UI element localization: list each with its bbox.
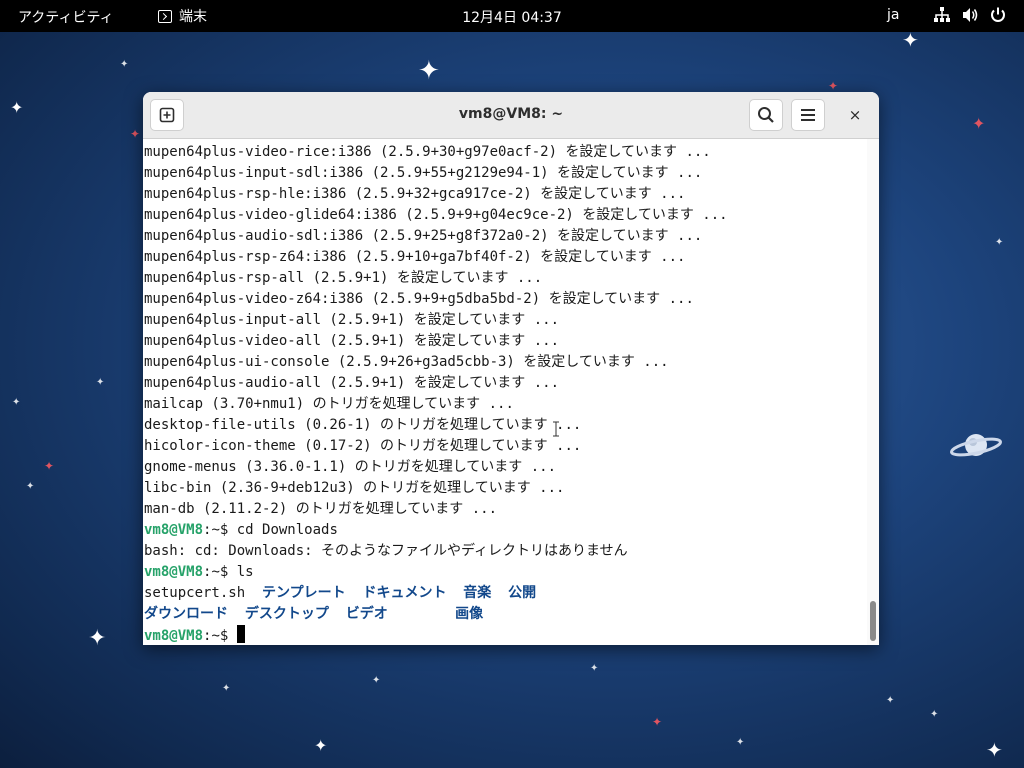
star-decoration: ✦ [88, 626, 107, 651]
volume-icon[interactable] [961, 6, 979, 24]
command-line: vm8@VM8:~$ ls [144, 562, 728, 583]
star-decoration: ✦ [828, 79, 839, 93]
terminal-line: mailcap (3.70+nmu1) のトリガを処理しています ... [144, 396, 514, 412]
ls-output-line: setupcert.sh テンプレート ドキュメント 音楽 公開 [144, 583, 728, 604]
star-decoration: ✦ [972, 114, 986, 133]
terminal-line: desktop-file-utils (0.26-1) のトリガを処理しています… [144, 417, 582, 433]
text-cursor [236, 625, 245, 643]
terminal-line: gnome-menus (3.36.0-1.1) のトリガを処理しています ..… [144, 459, 557, 475]
terminal-line: mupen64plus-rsp-all (2.5.9+1) を設定しています .… [144, 270, 543, 286]
star-decoration: ✦ [736, 737, 745, 748]
power-icon[interactable] [989, 6, 1007, 24]
search-button[interactable] [749, 99, 783, 131]
prompt-suffix: :~$ [203, 564, 237, 580]
terminal-line: mupen64plus-ui-console (2.5.9+26+g3ad5cb… [144, 354, 669, 370]
terminal-line: mupen64plus-video-all (2.5.9+1) を設定しています… [144, 333, 560, 349]
search-icon [758, 107, 774, 123]
star-decoration: ✦ [930, 709, 939, 720]
star-decoration: ✦ [902, 28, 919, 52]
error-line: bash: cd: Downloads: そのようなファイルやディレクトリはあり… [144, 543, 628, 559]
star-decoration: ✦ [26, 481, 35, 492]
star-decoration: ✦ [12, 397, 21, 408]
terminal-line: mupen64plus-audio-all (2.5.9+1) を設定しています… [144, 375, 560, 391]
close-button[interactable]: × [843, 103, 867, 127]
terminal-line: mupen64plus-rsp-hle:i386 (2.5.9+32+gca91… [144, 186, 686, 202]
star-decoration: ✦ [418, 56, 440, 86]
input-method-indicator[interactable]: ja [887, 7, 899, 23]
star-decoration: ✦ [986, 738, 1003, 762]
terminal-line: hicolor-icon-theme (0.17-2) のトリガを処理しています… [144, 438, 582, 454]
main-menu-button[interactable] [791, 99, 825, 131]
terminal-line: man-db (2.11.2-2) のトリガを処理しています ... [144, 501, 498, 517]
terminal-line: mupen64plus-input-all (2.5.9+1) を設定しています… [144, 312, 560, 328]
prompt-suffix: :~$ [203, 522, 237, 538]
scrollbar-thumb[interactable] [870, 601, 876, 641]
prompt-user: vm8@VM8 [144, 628, 204, 644]
prompt-suffix: :~$ [203, 628, 237, 644]
terminal-line: mupen64plus-input-sdl:i386 (2.5.9+55+g21… [144, 165, 703, 181]
terminal-line: mupen64plus-audio-sdl:i386 (2.5.9+25+g8f… [144, 228, 703, 244]
terminal-line: mupen64plus-video-rice:i386 (2.5.9+30+g9… [144, 144, 711, 160]
terminal-lines: mupen64plus-video-rice:i386 (2.5.9+30+g9… [144, 142, 728, 645]
ls-directories: テンプレート ドキュメント 音楽 公開 [262, 585, 537, 601]
scrollbar[interactable] [867, 139, 879, 645]
star-decoration: ✦ [10, 98, 24, 117]
ibeam-pointer-icon [553, 421, 559, 437]
star-decoration: ✦ [222, 683, 231, 694]
star-decoration: ✦ [96, 377, 105, 388]
command-text: ls [236, 564, 254, 580]
star-decoration: ✦ [130, 127, 141, 141]
ls-directories: ダウンロード デスクトップ ビデオ 画像 [144, 606, 484, 622]
terminal-line: libc-bin (2.36-9+deb12u3) のトリガを処理しています .… [144, 480, 565, 496]
terminal-window[interactable]: vm8@VM8: ~ × mupen64plus-video-rice:i386… [143, 92, 879, 645]
star-decoration: ✦ [652, 715, 663, 729]
star-decoration: ✦ [590, 663, 599, 674]
system-tray[interactable] [933, 6, 1007, 24]
terminal-line: mupen64plus-video-glide64:i386 (2.5.9+9+… [144, 207, 728, 223]
network-icon[interactable] [933, 6, 951, 24]
star-decoration: ✦ [120, 59, 129, 70]
ls-file: setupcert.sh [144, 585, 263, 601]
terminal-output[interactable]: mupen64plus-video-rice:i386 (2.5.9+30+g9… [143, 139, 867, 645]
prompt-user: vm8@VM8 [144, 522, 204, 538]
top-bar: アクティビティ 端末 12月4日 04:37 ja [0, 0, 1024, 32]
terminal-line: mupen64plus-rsp-z64:i386 (2.5.9+10+ga7bf… [144, 249, 686, 265]
planet-decoration [950, 434, 1002, 457]
hamburger-menu-icon [801, 109, 815, 121]
clock[interactable]: 12月4日 04:37 [0, 7, 1024, 27]
star-decoration: ✦ [314, 736, 328, 755]
command-line: vm8@VM8:~$ cd Downloads [144, 520, 728, 541]
close-icon: × [848, 106, 862, 124]
star-decoration: ✦ [886, 695, 895, 706]
star-decoration: ✦ [44, 459, 55, 473]
prompt-user: vm8@VM8 [144, 564, 204, 580]
ls-output-line: ダウンロード デスクトップ ビデオ 画像 [144, 604, 728, 625]
star-decoration: ✦ [995, 237, 1004, 248]
command-line: vm8@VM8:~$ [144, 625, 728, 645]
terminal-line: mupen64plus-video-z64:i386 (2.5.9+9+g5db… [144, 291, 694, 307]
title-bar[interactable]: vm8@VM8: ~ × [143, 92, 879, 139]
star-decoration: ✦ [372, 675, 381, 686]
command-text: cd Downloads [236, 522, 338, 538]
